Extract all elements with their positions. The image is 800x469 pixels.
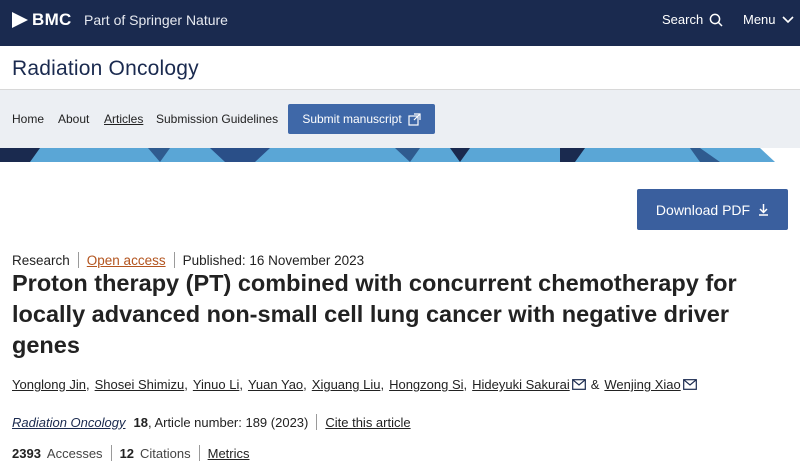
author-link[interactable]: Yinuo Li xyxy=(193,377,240,392)
logo-text: BMC xyxy=(32,10,72,29)
divider xyxy=(77,252,79,268)
published-date: Published: 16 November 2023 xyxy=(182,252,365,268)
search-button[interactable]: Search xyxy=(662,12,723,27)
citation-line: Radiation Oncology 18 , Article number: … xyxy=(12,413,411,431)
mail-icon[interactable] xyxy=(682,379,697,390)
download-pdf-button[interactable]: Download PDF xyxy=(637,189,788,230)
search-icon xyxy=(709,13,723,27)
nav-home[interactable]: Home xyxy=(12,112,44,126)
author-separator: , xyxy=(85,377,90,392)
menu-label: Menu xyxy=(743,12,776,27)
download-icon xyxy=(759,203,769,216)
nav-submission-guidelines[interactable]: Submission Guidelines xyxy=(156,112,278,126)
citations-label: Citations xyxy=(140,445,191,461)
bmc-logo[interactable]: BMC xyxy=(12,10,72,30)
author-separator: , xyxy=(463,377,468,392)
part-of-springer-nature[interactable]: Part of Springer Nature xyxy=(84,12,228,28)
author-separator: , xyxy=(380,377,385,392)
divider xyxy=(198,445,200,461)
author-list: Yonglong Jin, Shosei Shimizu, Yinuo Li, … xyxy=(12,377,697,392)
author-ampersand: & xyxy=(590,377,600,392)
citations-count: 12 xyxy=(119,445,135,461)
journal-title-bar: Radiation Oncology xyxy=(0,46,800,90)
article-type: Research xyxy=(12,252,70,268)
banner-pattern xyxy=(0,148,800,162)
author-link[interactable]: Xiguang Liu xyxy=(312,377,381,392)
site-header: BMC Part of Springer Nature Search Menu xyxy=(0,0,800,46)
volume-number: 18 xyxy=(133,414,148,430)
accesses-label: Accesses xyxy=(46,445,103,461)
article-metrics: 2393 Accesses 12 Citations Metrics xyxy=(12,444,250,462)
menu-button[interactable]: Menu xyxy=(743,12,794,27)
external-link-icon xyxy=(408,112,421,126)
journal-nav: Home About Articles Submission Guideline… xyxy=(0,90,800,148)
author-link[interactable]: Yonglong Jin xyxy=(12,377,86,392)
decorative-banner xyxy=(0,148,800,162)
journal-link[interactable]: Radiation Oncology xyxy=(12,415,125,430)
divider xyxy=(110,445,112,461)
open-access-link[interactable]: Open access xyxy=(87,253,166,268)
journal-title[interactable]: Radiation Oncology xyxy=(12,57,199,81)
cite-this-article-link[interactable]: Cite this article xyxy=(325,415,410,430)
article-meta: Research Open access Published: 16 Novem… xyxy=(12,251,364,269)
mail-icon[interactable] xyxy=(571,379,586,390)
chevron-down-icon xyxy=(781,15,794,23)
nav-articles[interactable]: Articles xyxy=(104,112,143,126)
divider xyxy=(316,414,318,430)
author-separator: , xyxy=(184,377,188,392)
author-link[interactable]: Hongzong Si xyxy=(389,377,463,392)
submit-manuscript-label: Submit manuscript xyxy=(302,112,402,126)
accesses-count: 2393 xyxy=(12,445,41,461)
author-link[interactable]: Wenjing Xiao xyxy=(604,377,680,392)
article-title: Proton therapy (PT) combined with concur… xyxy=(12,270,737,358)
author-link[interactable]: Hideyuki Sakurai xyxy=(472,377,570,392)
metrics-link[interactable]: Metrics xyxy=(208,446,250,461)
submit-manuscript-button[interactable]: Submit manuscript xyxy=(288,104,435,134)
nav-about[interactable]: About xyxy=(58,112,89,126)
author-separator: , xyxy=(303,377,307,392)
article-number: , Article number: 189 (2023) xyxy=(147,414,309,430)
author-link[interactable]: Yuan Yao xyxy=(248,377,303,392)
bmc-logo-icon xyxy=(12,12,28,28)
author-separator: , xyxy=(239,377,243,392)
author-link[interactable]: Shosei Shimizu xyxy=(95,377,185,392)
download-pdf-label: Download PDF xyxy=(655,201,751,218)
search-label: Search xyxy=(662,12,704,27)
divider xyxy=(173,252,175,268)
